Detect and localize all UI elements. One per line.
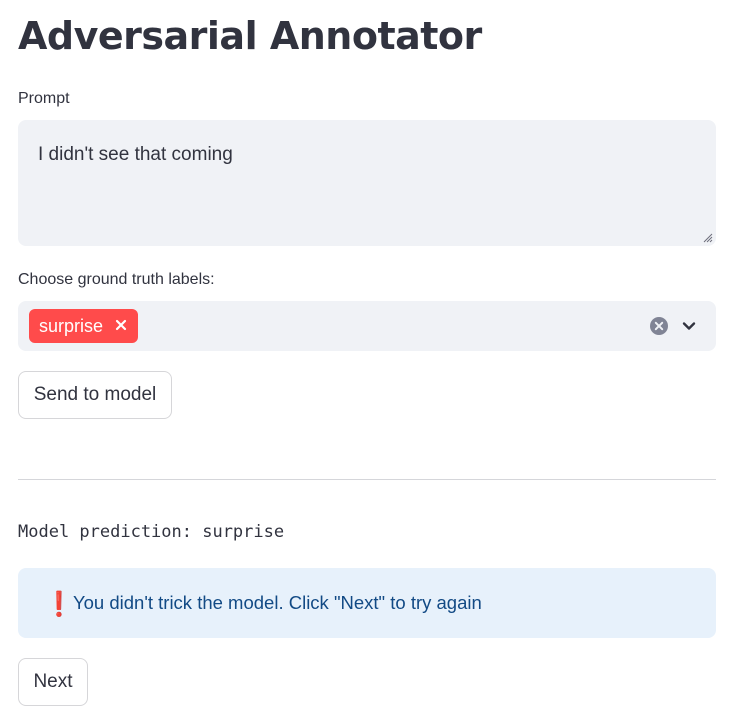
- clear-circle-icon[interactable]: [649, 316, 669, 336]
- prompt-label: Prompt: [18, 90, 70, 107]
- labels-label: Choose ground truth labels:: [18, 271, 215, 288]
- alert-message: You didn't trick the model. Click "Next"…: [73, 592, 482, 613]
- tag-label: surprise: [39, 315, 104, 336]
- prompt-textarea-container: I didn't see that coming: [18, 120, 716, 246]
- info-alert: ❗ You didn't trick the model. Click "Nex…: [18, 568, 716, 638]
- send-to-model-button[interactable]: Send to model: [18, 371, 172, 419]
- resize-handle-icon[interactable]: [703, 233, 713, 243]
- divider: [18, 479, 716, 480]
- labels-multiselect[interactable]: surprise: [18, 301, 716, 351]
- chevron-down-icon[interactable]: [681, 318, 697, 334]
- tag-close-icon[interactable]: [114, 318, 128, 332]
- model-prediction-text: Model prediction: surprise: [18, 522, 285, 542]
- exclamation-icon: ❗: [44, 590, 74, 618]
- prompt-textarea[interactable]: I didn't see that coming: [18, 120, 716, 246]
- page-title: Adversarial Annotator: [18, 14, 482, 58]
- next-button[interactable]: Next: [18, 658, 88, 706]
- selected-tag-surprise: surprise: [29, 309, 138, 343]
- app-page: Adversarial Annotator Prompt I didn't se…: [0, 0, 733, 713]
